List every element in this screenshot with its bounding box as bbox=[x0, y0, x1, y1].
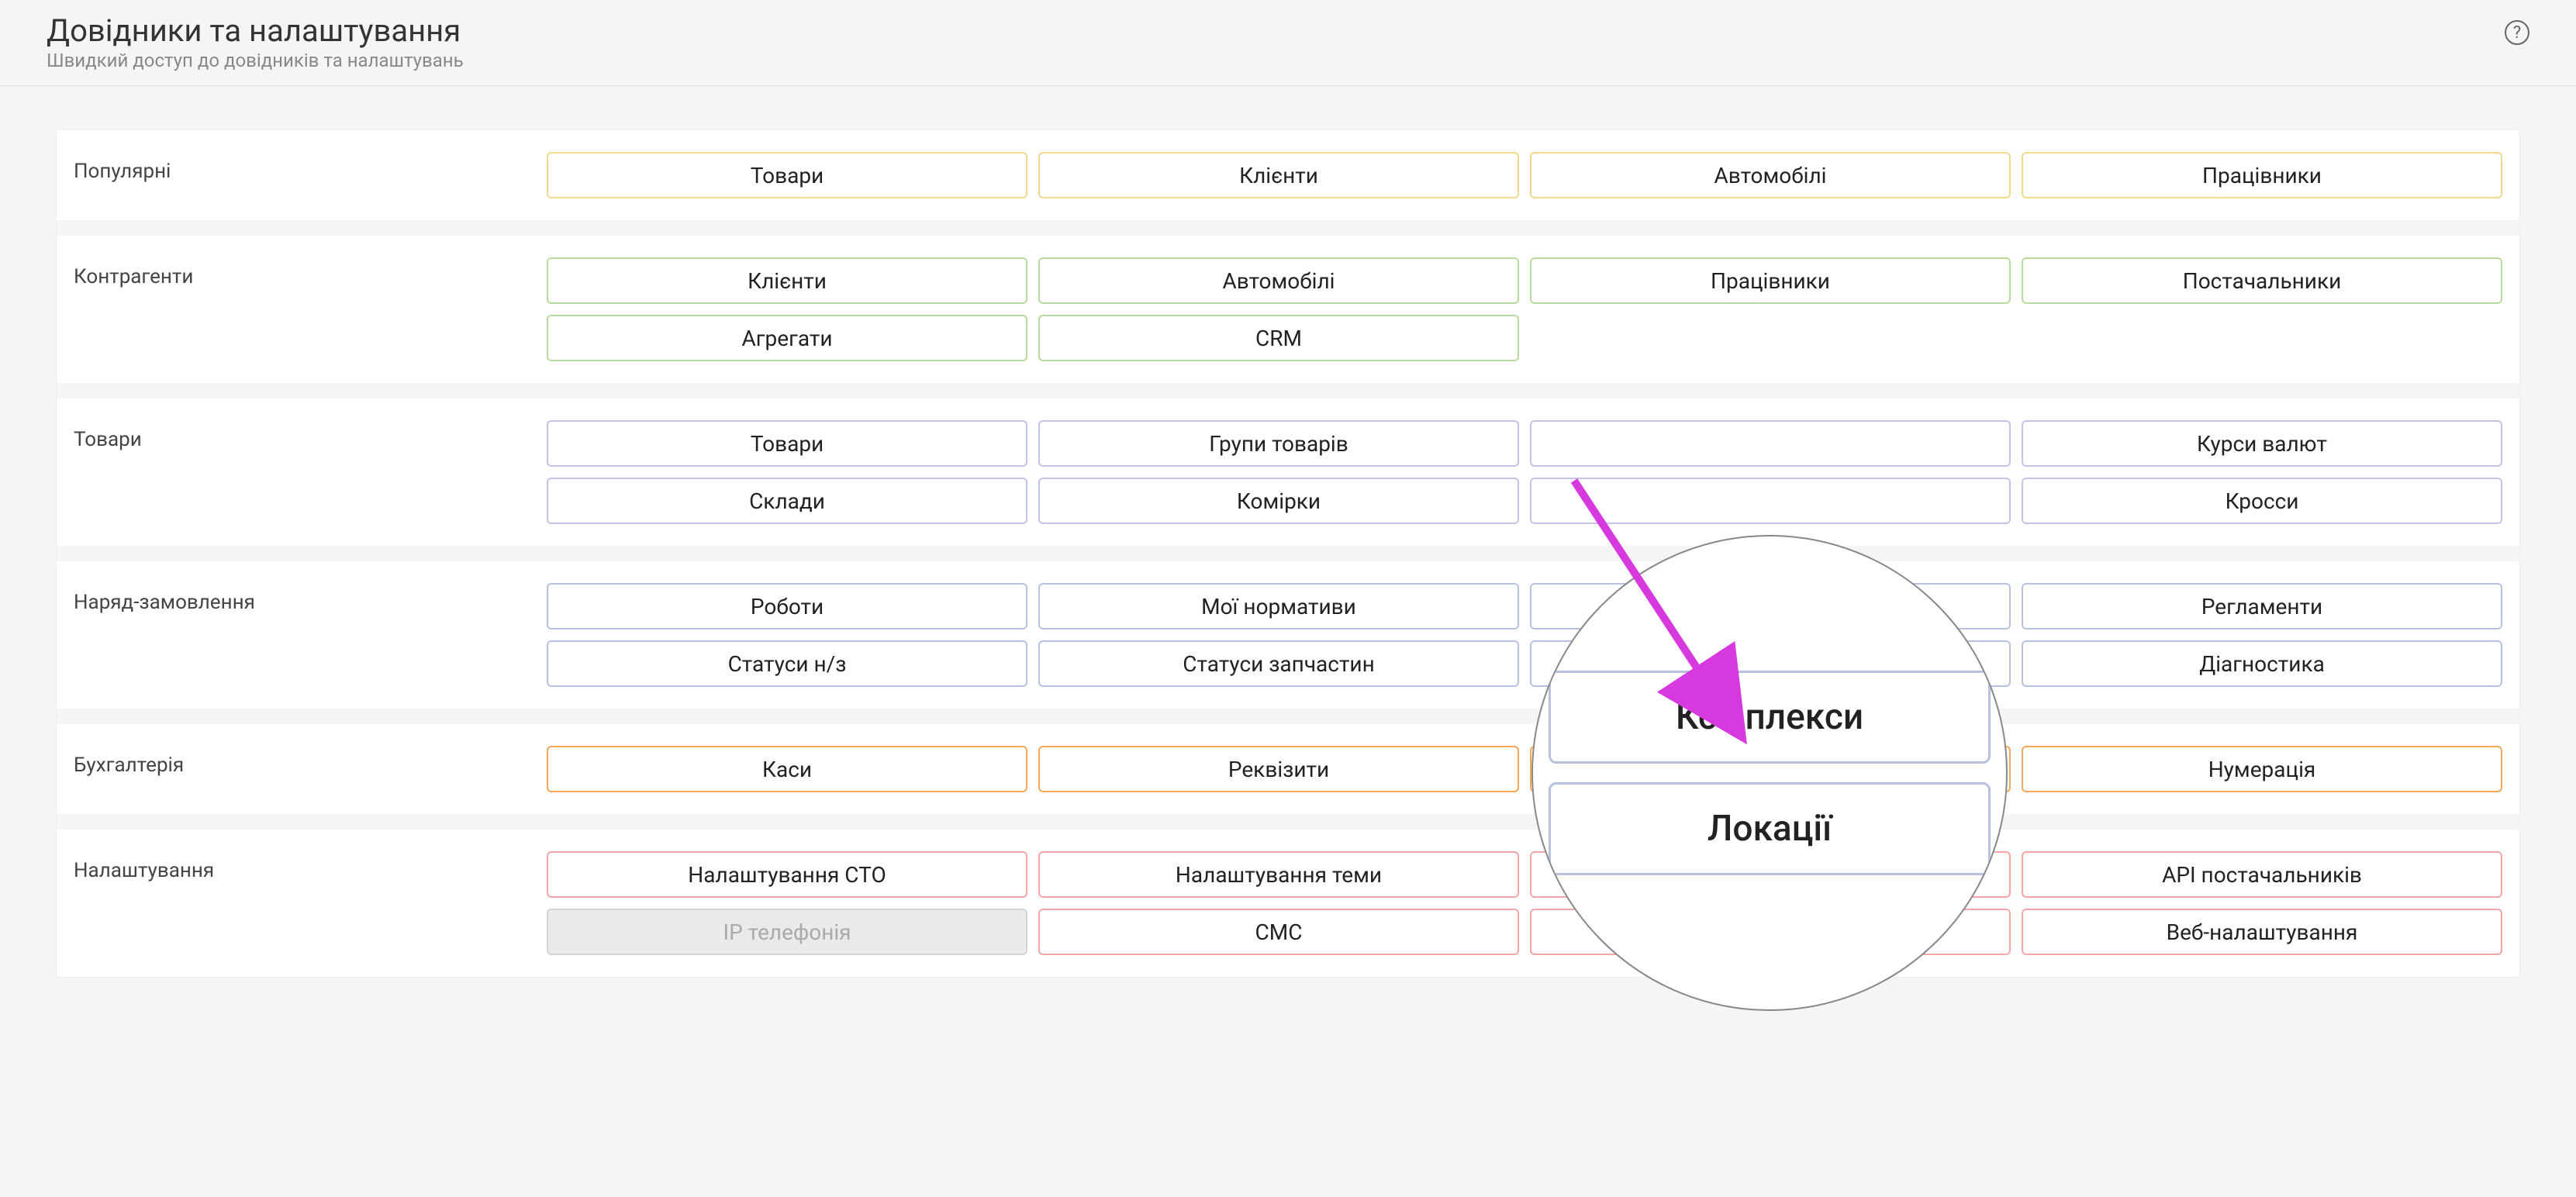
tile-aggregates[interactable]: Агрегати bbox=[547, 315, 1027, 361]
tile-numeration[interactable]: Нумерація bbox=[2022, 746, 2502, 792]
tile-blank[interactable] bbox=[1530, 420, 2011, 467]
tile-cells[interactable]: Комірки bbox=[1038, 478, 1519, 524]
tile-supplier-api[interactable]: API постачальників bbox=[2022, 851, 2502, 898]
section-popular: Популярні Товари Клієнти Автомобілі Прац… bbox=[57, 130, 2519, 236]
tile-warehouses[interactable]: Склади bbox=[547, 478, 1027, 524]
section-label: Контрагенти bbox=[74, 257, 547, 361]
section-goods: Товари Товари Групи товарів Курси валют … bbox=[57, 398, 2519, 561]
tile-crm[interactable]: CRM bbox=[1038, 315, 1519, 361]
tile-row: Роботи Мої нормативи Комплекси Регламент… bbox=[547, 583, 2502, 630]
section-body: Роботи Мої нормативи Комплекси Регламент… bbox=[547, 583, 2502, 687]
tile-row: Налаштування СТО Налаштування теми Прайс… bbox=[547, 851, 2502, 898]
tile-source[interactable]: Джерело bbox=[1530, 909, 2011, 955]
header-text: Довідники та налаштування Швидкий доступ… bbox=[47, 14, 464, 71]
section-label: Популярні bbox=[74, 152, 547, 198]
tile-complexes[interactable]: Комплекси bbox=[1530, 583, 2011, 630]
help-icon[interactable]: ? bbox=[2505, 20, 2529, 45]
tile-clients[interactable]: Клієнти bbox=[547, 257, 1027, 304]
tile-blank[interactable] bbox=[1530, 478, 2011, 524]
tile-cashboxes[interactable]: Каси bbox=[547, 746, 1027, 792]
tile-sto-settings[interactable]: Налаштування СТО bbox=[547, 851, 1027, 898]
tile-locations[interactable]: Локації bbox=[1530, 640, 2011, 687]
tile-goods[interactable]: Товари bbox=[547, 420, 1027, 467]
tile-suppliers[interactable]: Постачальники bbox=[2022, 257, 2502, 304]
tile-goods[interactable]: Товари bbox=[547, 152, 1027, 198]
section-body: Клієнти Автомобілі Працівники Постачальн… bbox=[547, 257, 2502, 361]
section-body: Налаштування СТО Налаштування теми Прайс… bbox=[547, 851, 2502, 955]
section-accounting: Бухгалтерія Каси Реквізити Нумерація bbox=[57, 724, 2519, 830]
tile-cars[interactable]: Автомобілі bbox=[1530, 152, 2011, 198]
section-label: Наряд-замовлення bbox=[74, 583, 547, 687]
tile-web-settings[interactable]: Веб-налаштування bbox=[2022, 909, 2502, 955]
page-header: Довідники та налаштування Швидкий доступ… bbox=[0, 0, 2576, 86]
tile-sms[interactable]: СМС bbox=[1038, 909, 1519, 955]
tile-regulations[interactable]: Регламенти bbox=[2022, 583, 2502, 630]
page-subtitle: Швидкий доступ до довідників та налаштув… bbox=[47, 50, 464, 71]
tile-supplier-prices[interactable]: Прайси постачал. bbox=[1530, 851, 2011, 898]
tile-order-statuses[interactable]: Статуси н/з bbox=[547, 640, 1027, 687]
section-body: Каси Реквізити Нумерація bbox=[547, 746, 2502, 792]
tile-theme-settings[interactable]: Налаштування теми bbox=[1038, 851, 1519, 898]
tile-blank[interactable] bbox=[1530, 746, 2011, 792]
section-label: Бухгалтерія bbox=[74, 746, 547, 792]
tile-row: Каси Реквізити Нумерація bbox=[547, 746, 2502, 792]
tile-diagnostics[interactable]: Діагностика bbox=[2022, 640, 2502, 687]
tile-requisites[interactable]: Реквізити bbox=[1038, 746, 1519, 792]
tile-employees[interactable]: Працівники bbox=[2022, 152, 2502, 198]
tile-row: Товари Клієнти Автомобілі Працівники bbox=[547, 152, 2502, 198]
section-orders: Наряд-замовлення Роботи Мої нормативи Ко… bbox=[57, 561, 2519, 724]
tile-row: Склади Комірки Кросси bbox=[547, 478, 2502, 524]
tile-works[interactable]: Роботи bbox=[547, 583, 1027, 630]
tile-my-norms[interactable]: Мої нормативи bbox=[1038, 583, 1519, 630]
section-body: Товари Клієнти Автомобілі Працівники bbox=[547, 152, 2502, 198]
content-panel: Популярні Товари Клієнти Автомобілі Прац… bbox=[56, 129, 2520, 978]
tile-row: Товари Групи товарів Курси валют bbox=[547, 420, 2502, 467]
tile-crosses[interactable]: Кросси bbox=[2022, 478, 2502, 524]
tile-ip-telephony: IP телефонія bbox=[547, 909, 1027, 955]
tile-cars[interactable]: Автомобілі bbox=[1038, 257, 1519, 304]
tile-employees[interactable]: Працівники bbox=[1530, 257, 2011, 304]
tile-part-statuses[interactable]: Статуси запчастин bbox=[1038, 640, 1519, 687]
tile-row: Клієнти Автомобілі Працівники Постачальн… bbox=[547, 257, 2502, 304]
tile-good-groups[interactable]: Групи товарів bbox=[1038, 420, 1519, 467]
section-body: Товари Групи товарів Курси валют Склади … bbox=[547, 420, 2502, 524]
section-counterparties: Контрагенти Клієнти Автомобілі Працівник… bbox=[57, 236, 2519, 398]
section-label: Товари bbox=[74, 420, 547, 524]
page-title: Довідники та налаштування bbox=[47, 14, 464, 48]
tile-row: Статуси н/з Статуси запчастин Локації Ді… bbox=[547, 640, 2502, 687]
tile-row: Агрегати CRM bbox=[547, 315, 2502, 361]
tile-clients[interactable]: Клієнти bbox=[1038, 152, 1519, 198]
section-label: Налаштування bbox=[74, 851, 547, 955]
tile-row: IP телефонія СМС Джерело Веб-налаштуванн… bbox=[547, 909, 2502, 955]
section-settings: Налаштування Налаштування СТО Налаштуван… bbox=[57, 830, 2519, 977]
tile-currency-rates[interactable]: Курси валют bbox=[2022, 420, 2502, 467]
